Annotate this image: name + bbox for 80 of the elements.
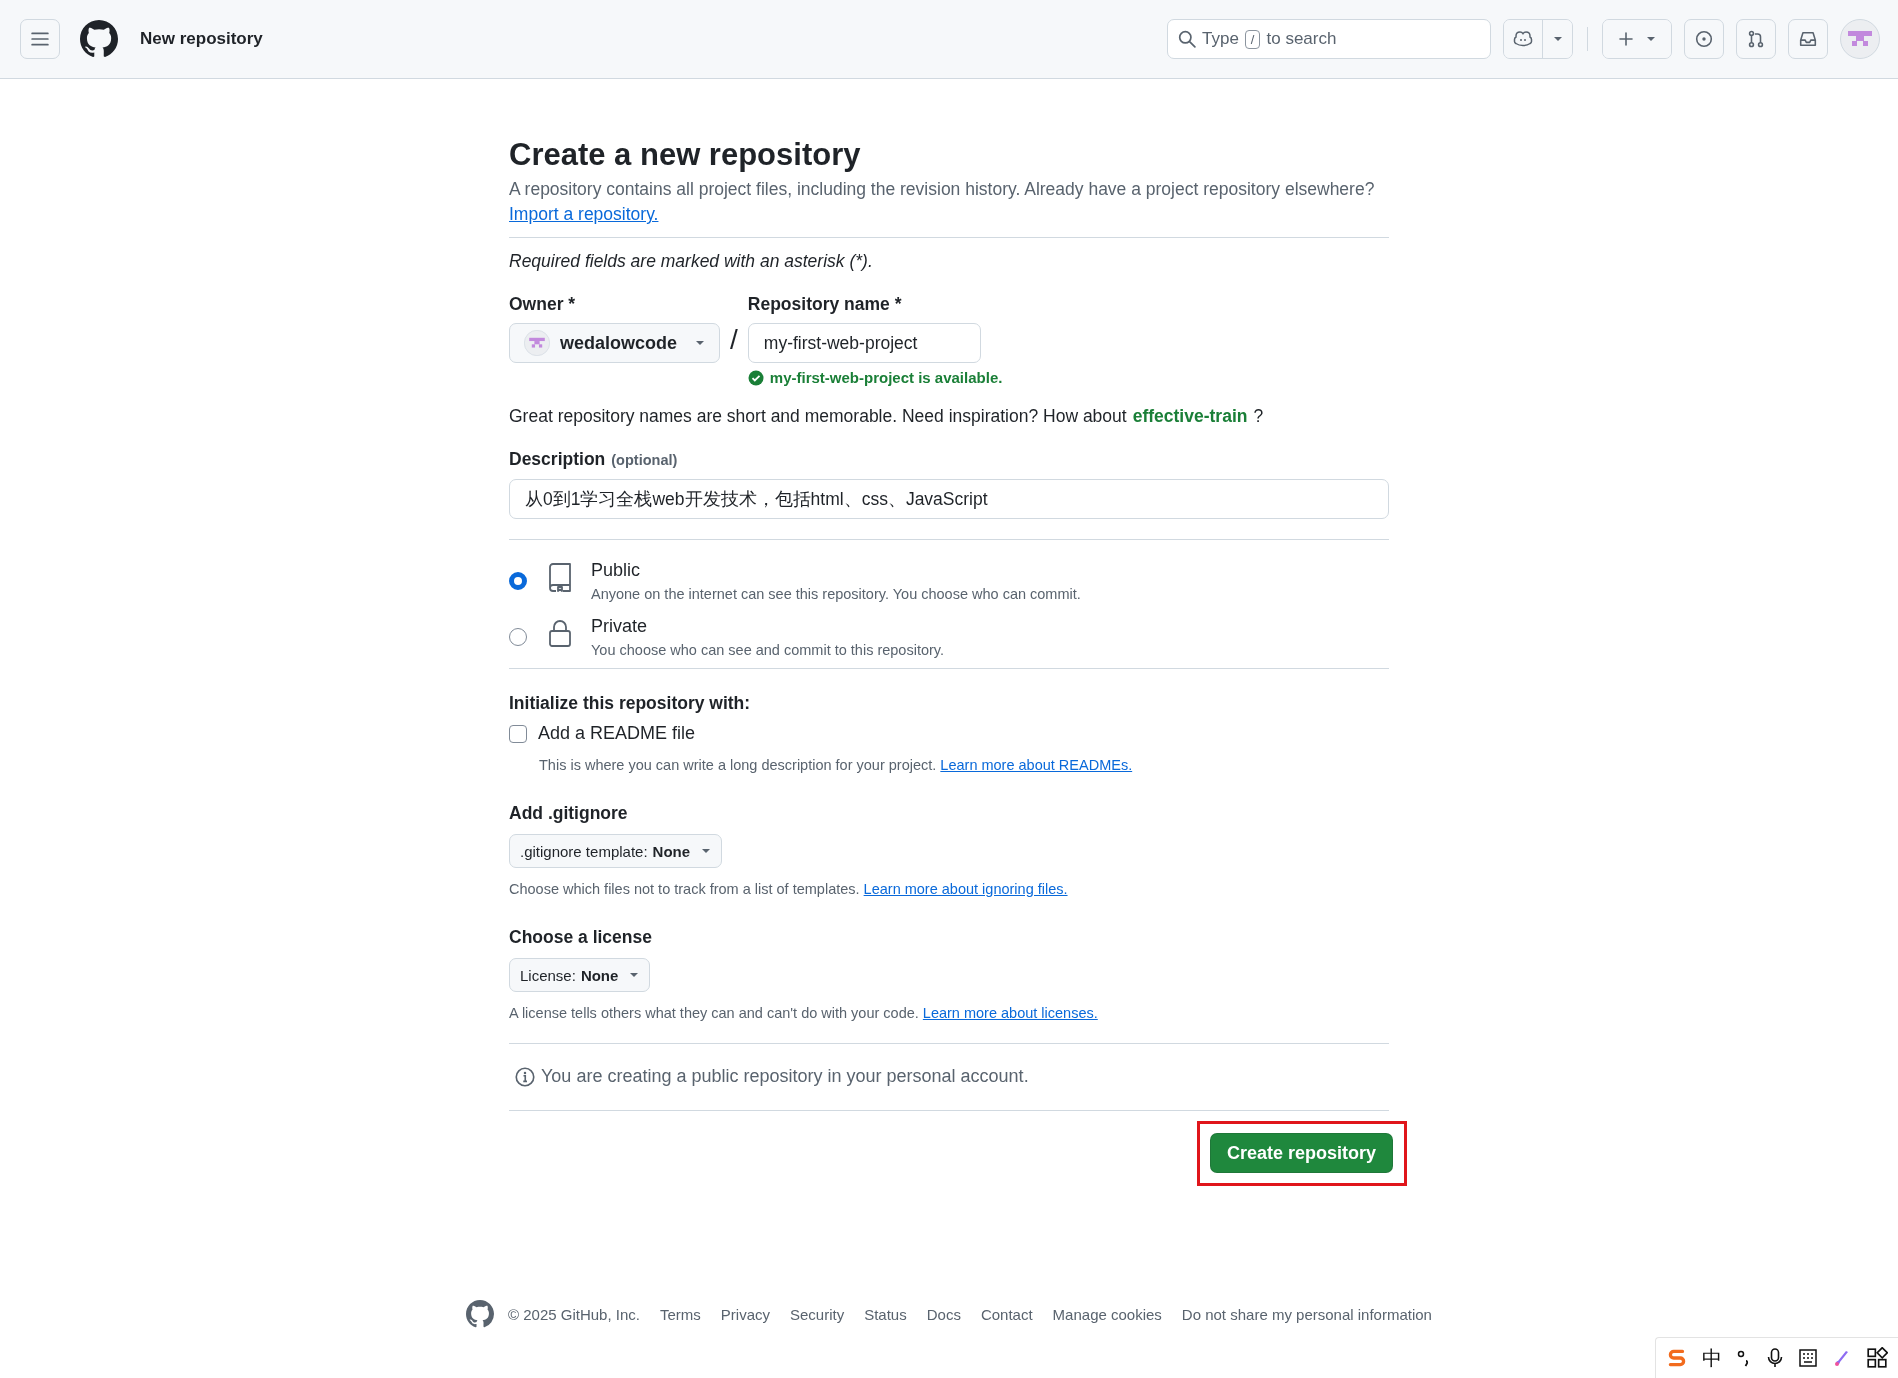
- octocat-logo-icon[interactable]: [80, 20, 118, 58]
- visibility-option-description: Anyone on the internet can see this repository. You choose who can commit.: [591, 586, 1081, 602]
- keyboard-icon[interactable]: [1798, 1348, 1818, 1368]
- gitignore-template-dropdown[interactable]: .gitignore template: None: [509, 834, 723, 868]
- circle-dot-icon: [1695, 30, 1713, 48]
- grid-icon[interactable]: [1866, 1347, 1888, 1369]
- checkbox[interactable]: [509, 724, 527, 743]
- footer-link[interactable]: Status: [864, 1305, 907, 1323]
- book-icon: [547, 562, 573, 592]
- footer-link[interactable]: Contact: [980, 1305, 1033, 1323]
- microphone-icon[interactable]: [1766, 1347, 1784, 1369]
- plus-icon: [1618, 31, 1634, 47]
- octocat-logo-icon[interactable]: [466, 1300, 494, 1328]
- search-icon: [1178, 30, 1196, 48]
- radio-button[interactable]: [509, 628, 527, 646]
- footer-link[interactable]: Manage cookies: [1052, 1305, 1162, 1323]
- required-fields-note: Required fields are marked with an asterisk (*).: [509, 251, 873, 272]
- search-placeholder: to search: [1266, 29, 1337, 49]
- slash-separator: /: [730, 324, 738, 356]
- caret-icon: [1552, 34, 1563, 44]
- owner-label: Owner *: [509, 294, 577, 315]
- info-icon: [515, 1066, 535, 1087]
- description-field[interactable]: 从0到1学习全栈web开发技术，包括html、css、JavaScript: [509, 479, 1389, 519]
- notice-text: You are creating a public repository in your personal account.: [541, 1066, 1029, 1087]
- menu-button[interactable]: [20, 19, 60, 59]
- menu-icon: [31, 30, 49, 48]
- help-text: A license tells others what they can and can't do with your code.: [509, 1005, 919, 1021]
- issues-button[interactable]: [1684, 19, 1724, 59]
- availability-message: my-first-web-project is available.: [769, 369, 1003, 386]
- radio-button[interactable]: [509, 572, 527, 590]
- footer-link[interactable]: Do not share my personal information: [1181, 1305, 1432, 1323]
- repository-name-field[interactable]: my-first-web-project: [747, 323, 981, 363]
- section-heading: Choose a license: [509, 927, 652, 948]
- caret-icon: [695, 338, 706, 348]
- help-text: Choose which files not to track from a list of templates.: [509, 881, 860, 897]
- create-repository-button[interactable]: Create repository: [1209, 1133, 1393, 1173]
- footer-link[interactable]: Terms: [659, 1305, 701, 1323]
- description-label: Description: [509, 449, 606, 470]
- pull-request-icon: [1747, 30, 1765, 48]
- page-heading: Create a new repository: [509, 137, 861, 173]
- caret-icon: [629, 970, 640, 980]
- repository-name-label: Repository name *: [747, 294, 903, 315]
- help-text: This is where you can write a long description for your project.: [539, 757, 937, 773]
- caret-icon: [701, 846, 712, 856]
- section-heading: Initialize this repository with:: [509, 693, 751, 714]
- inbox-button[interactable]: [1788, 19, 1828, 59]
- visibility-option-label: Public: [591, 560, 642, 581]
- create-new-button[interactable]: [1603, 20, 1671, 58]
- check-circle-icon: [747, 369, 764, 386]
- owner-dropdown[interactable]: wedalowcode: [509, 323, 721, 363]
- footer-link[interactable]: Privacy: [720, 1305, 770, 1323]
- readme-option-label: Add a README file: [538, 723, 696, 744]
- suggested-name-button[interactable]: effective-train: [1132, 406, 1248, 427]
- learn-more-link[interactable]: Learn more about ignoring files.: [863, 881, 1068, 897]
- visibility-option-label: Private: [591, 616, 649, 637]
- suggestion-text: ?: [1253, 406, 1264, 427]
- learn-more-link[interactable]: Learn more about READMEs.: [940, 757, 1133, 773]
- pull-requests-button[interactable]: [1736, 19, 1776, 59]
- license-dropdown[interactable]: License: None: [509, 958, 651, 992]
- footer-link[interactable]: Docs: [926, 1305, 961, 1323]
- lock-icon: [547, 618, 573, 648]
- import-repository-link[interactable]: Import a repository.: [509, 204, 659, 225]
- section-heading: Add .gitignore: [509, 803, 628, 824]
- s-logo-icon[interactable]: [1666, 1347, 1688, 1369]
- learn-more-link[interactable]: Learn more about licenses.: [922, 1005, 1098, 1021]
- inbox-icon: [1799, 30, 1817, 48]
- suggestion-text: Great repository names are short and memorable. Need inspiration? How about: [509, 406, 1127, 427]
- caret-icon: [1646, 34, 1656, 44]
- copyright-text: © 2025 GitHub, Inc.: [508, 1305, 640, 1323]
- search-placeholder: Type: [1202, 29, 1239, 49]
- shortcut-key: /: [1244, 29, 1261, 49]
- page-title: New repository: [140, 29, 263, 49]
- search-field[interactable]: Type / to search: [1167, 19, 1491, 59]
- visibility-option-description: You choose who can see and commit to this repository.: [591, 642, 945, 658]
- avatar-icon: [524, 330, 550, 356]
- robot-face-icon: [1513, 30, 1533, 48]
- intro-text: A repository contains all project files, including the revision history. Already have a project repository elsewhere?: [509, 179, 1375, 200]
- optional-note: (optional): [611, 452, 678, 468]
- footer-link[interactable]: Security: [790, 1305, 845, 1323]
- input-mode-indicator[interactable]: 中: [1702, 1344, 1722, 1372]
